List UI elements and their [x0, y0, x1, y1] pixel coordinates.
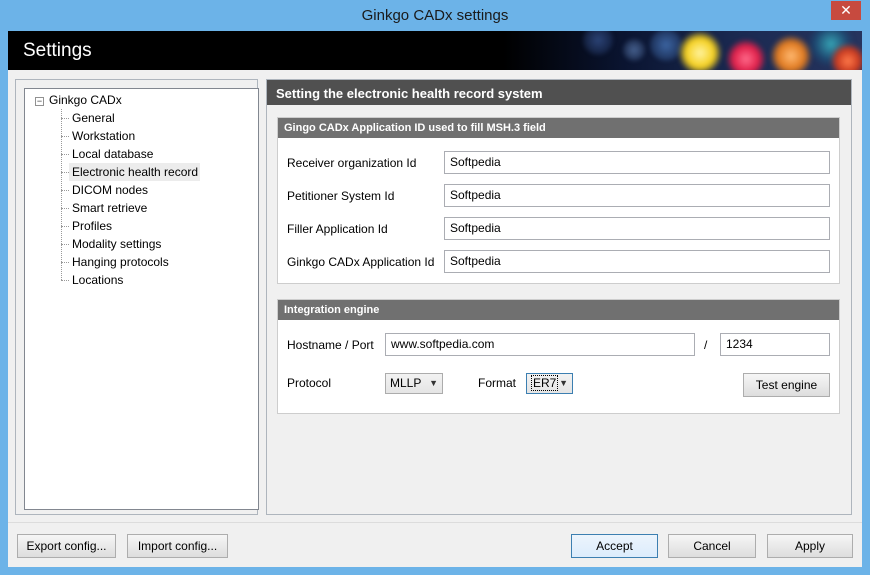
- protocol-value: MLLP: [390, 376, 422, 390]
- settings-content-panel: Setting the electronic health record sys…: [266, 79, 852, 515]
- tree-item-label: DICOM nodes: [72, 183, 149, 197]
- integration-engine-group: Integration engine Hostname / Port www.s…: [277, 299, 840, 414]
- tree-item-label: Smart retrieve: [72, 201, 148, 215]
- collapse-icon[interactable]: −: [35, 97, 44, 106]
- tree-item-label: Local database: [72, 147, 154, 161]
- group-title: Gingo CADx Application ID used to fill M…: [278, 118, 839, 138]
- tree-item-label: Hanging protocols: [72, 255, 169, 269]
- hostname-input[interactable]: www.softpedia.com: [385, 333, 695, 356]
- settings-tree[interactable]: − Ginkgo CADx General Workstation Local …: [24, 88, 259, 510]
- apply-button[interactable]: Apply: [767, 534, 853, 558]
- window-title: Ginkgo CADx settings: [361, 7, 509, 24]
- tree-item-label: Electronic health record: [69, 163, 201, 181]
- filler-application-id-input[interactable]: Softpedia: [444, 217, 830, 240]
- receiver-organization-id-label: Receiver organization Id: [287, 156, 417, 170]
- group-title: Integration engine: [278, 300, 839, 320]
- settings-banner: Settings: [8, 31, 862, 70]
- filler-application-id-label: Filler Application Id: [287, 222, 388, 236]
- content-header: Setting the electronic health record sys…: [267, 80, 851, 105]
- format-label: Format: [478, 376, 517, 390]
- tree-connector-line: [61, 109, 62, 280]
- import-config-button[interactable]: Import config...: [127, 534, 228, 558]
- port-separator: /: [704, 338, 708, 352]
- test-engine-button[interactable]: Test engine: [743, 373, 830, 397]
- banner-heading: Settings: [23, 40, 92, 61]
- banner-light-decoration: [770, 35, 812, 70]
- settings-window: Settings − Ginkgo CADx General Workstati…: [8, 31, 862, 567]
- banner-light-decoration: [650, 31, 682, 61]
- petitioner-system-id-label: Petitioner System Id: [287, 189, 395, 203]
- petitioner-system-id-input[interactable]: Softpedia: [444, 184, 830, 207]
- port-input[interactable]: 1234: [720, 333, 830, 356]
- tree-item-label: General: [72, 111, 115, 125]
- chevron-down-icon: ▼: [429, 378, 438, 388]
- hostname-port-label: Hostname / Port: [287, 338, 374, 352]
- format-value: ER7: [531, 375, 559, 391]
- protocol-label: Protocol: [287, 376, 332, 390]
- tree-item-label: Profiles: [72, 219, 113, 233]
- banner-light-decoration: [583, 31, 613, 55]
- tree-item-label: Modality settings: [72, 237, 162, 251]
- ginkgo-cadx-application-id-label: Ginkgo CADx Application Id: [287, 255, 435, 269]
- format-select[interactable]: ER7 ▼: [526, 373, 573, 394]
- chevron-down-icon: ▼: [559, 378, 568, 388]
- receiver-organization-id-input[interactable]: Softpedia: [444, 151, 830, 174]
- tree-item-label: Locations: [72, 273, 124, 287]
- banner-light-decoration: [678, 31, 722, 70]
- cancel-button[interactable]: Cancel: [668, 534, 756, 558]
- title-bar: Ginkgo CADx settings ✕: [0, 0, 870, 31]
- application-id-group: Gingo CADx Application ID used to fill M…: [277, 117, 840, 284]
- navigation-panel: − Ginkgo CADx General Workstation Local …: [15, 79, 259, 515]
- ginkgo-cadx-application-id-input[interactable]: Softpedia: [444, 250, 830, 273]
- footer-divider: [8, 522, 862, 523]
- accept-button[interactable]: Accept: [571, 534, 658, 558]
- close-icon: ✕: [840, 2, 852, 18]
- tree-root-label: Ginkgo CADx: [49, 93, 122, 107]
- close-button[interactable]: ✕: [831, 1, 861, 20]
- banner-light-decoration: [726, 39, 766, 70]
- tree-item-label: Workstation: [72, 129, 136, 143]
- banner-light-decoration: [623, 39, 645, 61]
- protocol-select[interactable]: MLLP ▼: [385, 373, 443, 394]
- banner-light-decoration: [830, 43, 862, 70]
- export-config-button[interactable]: Export config...: [17, 534, 116, 558]
